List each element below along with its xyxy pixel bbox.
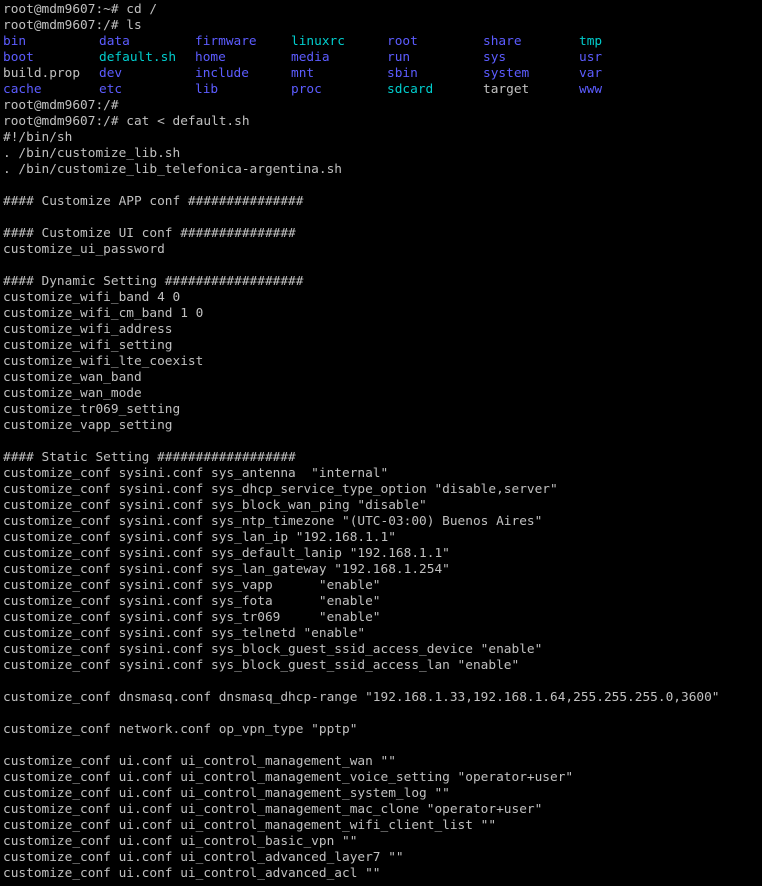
ls-entry-firmware: firmware [195,34,257,49]
ls-row: bin data firmware linuxrc root share tmp [3,34,762,50]
output-line: customize_ui_password [3,242,165,257]
ls-entry-etc: etc [99,82,123,97]
output-line: customize_vapp_setting [3,418,173,433]
ls-row: cache etc lib proc sdcard target www [3,82,762,98]
ls-entry-build-prop: build.prop [3,66,81,81]
ls-entry-media: media [291,50,330,65]
ls-row: build.prop dev include mnt sbin system var [3,66,762,82]
output-line: customize_conf sysini.conf sys_block_wan… [3,498,427,513]
output-line: customize_conf sysini.conf sys_default_l… [3,546,450,561]
output-line: root@mdm9607:/# cat < default.sh [3,114,250,129]
output-line: #!/bin/sh [3,130,73,145]
output-line: customize_conf ui.conf ui_control_manage… [3,802,543,817]
output-line: customize_conf sysini.conf sys_lan_gatew… [3,562,450,577]
output-line: customize_wan_band [3,370,142,385]
output-line: customize_wan_mode [3,386,142,401]
output-line: customize_conf network.conf op_vpn_type … [3,722,358,737]
ls-entry-root: root [387,34,418,49]
output-line: #### Dynamic Setting ################## [3,274,304,289]
output-line: customize_conf sysini.conf sys_antenna "… [3,466,389,481]
output-line: customize_conf ui.conf ui_control_manage… [3,770,574,785]
output-line: #### Customize UI conf ############### [3,226,296,241]
ls-entry-mnt: mnt [291,66,315,81]
terminal-window[interactable]: root@mdm9607:~# cd / root@mdm9607:/# ls b… [0,0,762,886]
ls-entry-sys: sys [483,50,507,65]
ls-listing: bin data firmware linuxrc root share tmp boot de… [3,34,762,98]
ls-entry-target: target [483,82,530,97]
output-line: . /bin/customize_lib_telefonica-argentin… [3,162,342,177]
ls-entry-data: data [99,34,130,49]
ls-entry-home: home [195,50,226,65]
output-line: customize_conf ui.conf ui_control_manage… [3,818,497,833]
output-line: customize_wifi_cm_band 1 0 [3,306,204,321]
terminal-output: root@mdm9607:/# root@mdm9607:/# cat < def… [3,98,762,882]
ls-entry-system: system [483,66,530,81]
ls-entry-dev: dev [99,66,123,81]
output-line: . /bin/customize_lib.sh [3,146,181,161]
command-line: root@mdm9607:/# ls [3,18,142,33]
ls-entry-www: www [579,82,603,97]
output-line: root@mdm9607:/# [3,98,119,113]
ls-entry-lib: lib [195,82,219,97]
output-line: customize_conf sysini.conf sys_fota "ena… [3,594,381,609]
ls-entry-run: run [387,50,411,65]
ls-row: boot default.sh home media run sys usr [3,50,762,66]
output-line: customize_conf ui.conf ui_control_manage… [3,786,450,801]
command-line: root@mdm9607:~# cd / [3,2,158,17]
output-line: customize_conf ui.conf ui_control_manage… [3,754,396,769]
ls-entry-var: var [579,66,603,81]
output-line: #### Customize APP conf ############### [3,194,304,209]
ls-entry-bin: bin [3,34,27,49]
output-line: customize_conf sysini.conf sys_block_gue… [3,642,543,657]
output-line: customize_conf ui.conf ui_control_basic_… [3,834,358,849]
ls-entry-sbin: sbin [387,66,418,81]
output-line: customize_wifi_setting [3,338,173,353]
output-line: customize_wifi_lte_coexist [3,354,204,369]
ls-entry-usr: usr [579,50,603,65]
ls-entry-include: include [195,66,249,81]
output-line: customize_conf ui.conf ui_control_advanc… [3,866,381,881]
output-line: customize_wifi_band 4 0 [3,290,181,305]
ls-entry-proc: proc [291,82,322,97]
output-line: customize_tr069_setting [3,402,181,417]
ls-entry-share: share [483,34,522,49]
output-line: #### Static Setting ################## [3,450,296,465]
output-line: customize_conf ui.conf ui_control_advanc… [3,850,404,865]
ls-entry-linuxrc: linuxrc [291,34,345,49]
output-line: customize_conf sysini.conf sys_tr069 "en… [3,610,381,625]
output-line: customize_conf sysini.conf sys_vapp "ena… [3,578,381,593]
ls-entry-sdcard: sdcard [387,82,434,97]
output-line: customize_conf sysini.conf sys_block_gue… [3,658,520,673]
ls-entry-default-sh: default.sh [99,50,177,65]
terminal-session-lines: root@mdm9607:~# cd / root@mdm9607:/# ls [3,2,762,34]
output-line: customize_conf dnsmasq.conf dnsmasq_dhcp… [3,690,720,705]
output-line: customize_conf sysini.conf sys_ntp_timez… [3,514,543,529]
ls-entry-tmp: tmp [579,34,603,49]
ls-entry-cache: cache [3,82,42,97]
output-line: customize_conf sysini.conf sys_lan_ip "1… [3,530,396,545]
output-line: customize_wifi_address [3,322,173,337]
ls-entry-boot: boot [3,50,34,65]
output-line: customize_conf sysini.conf sys_telnetd "… [3,626,366,641]
output-line: customize_conf sysini.conf sys_dhcp_serv… [3,482,558,497]
